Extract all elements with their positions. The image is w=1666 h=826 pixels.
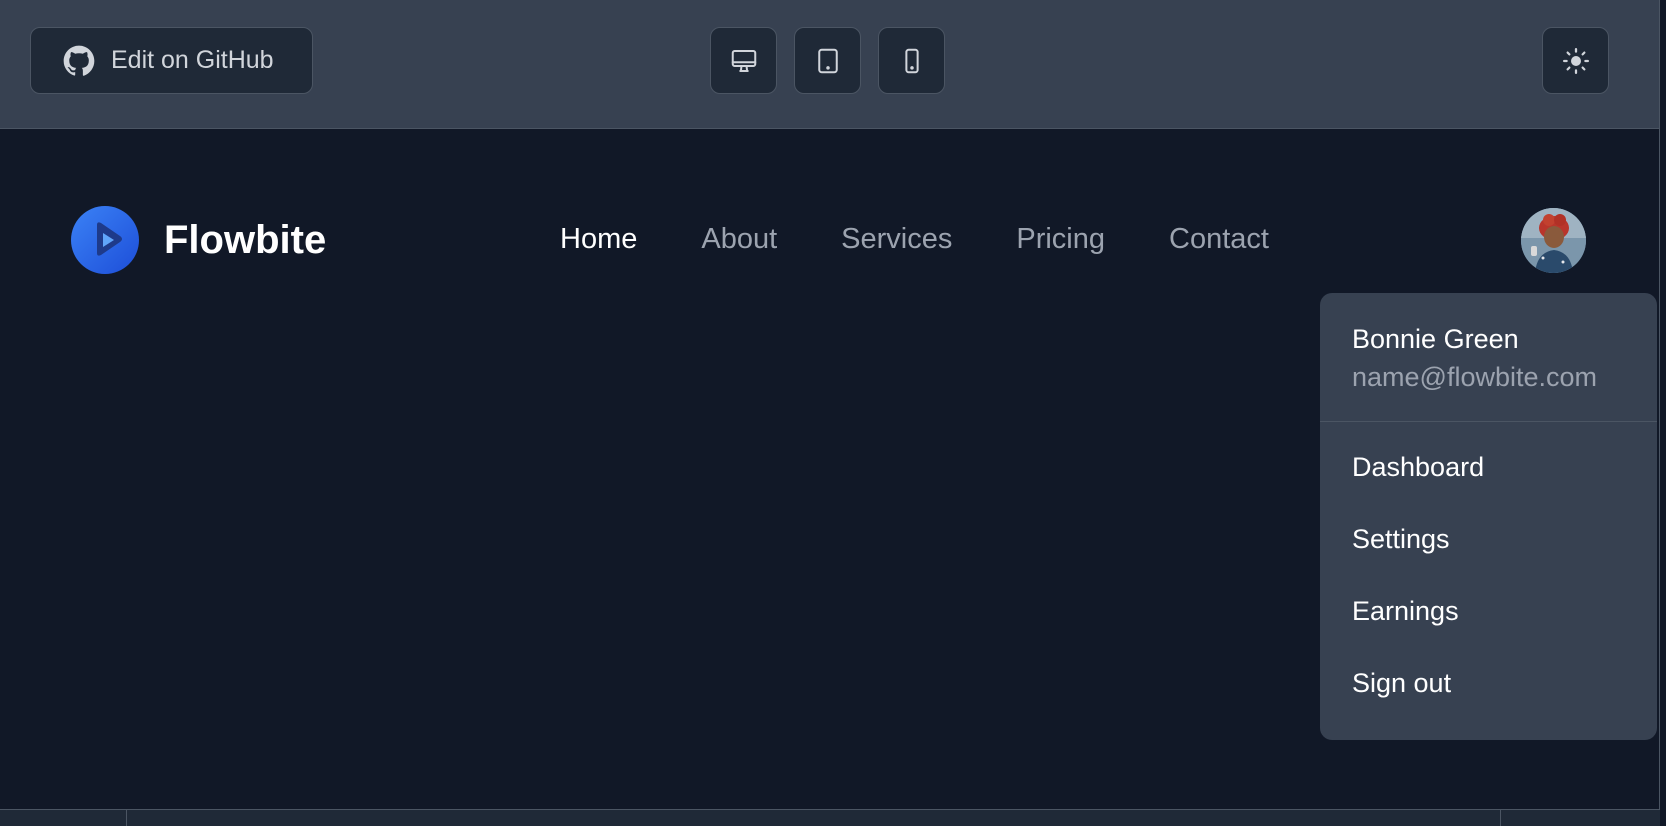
brand-name: Flowbite	[164, 217, 327, 262]
user-name: Bonnie Green	[1352, 324, 1519, 354]
tablet-icon	[817, 48, 838, 73]
menu-item-settings[interactable]: Settings	[1320, 503, 1657, 575]
menu-item-dashboard[interactable]: Dashboard	[1320, 431, 1657, 503]
desktop-icon	[731, 49, 756, 72]
nav-link-contact[interactable]: Contact	[1169, 223, 1269, 256]
bottom-resize-strip	[0, 809, 1660, 826]
user-avatar[interactable]	[1521, 208, 1586, 273]
desktop-view-button[interactable]	[710, 27, 777, 94]
edit-on-github-button[interactable]: Edit on GitHub	[30, 27, 313, 94]
dropdown-items: Dashboard Settings Earnings Sign out	[1320, 422, 1657, 719]
brand-link[interactable]: Flowbite	[70, 205, 326, 275]
menu-item-earnings[interactable]: Earnings	[1320, 575, 1657, 647]
dropdown-user-info: Bonnie Green name@flowbite.com	[1320, 293, 1657, 422]
github-icon	[63, 45, 95, 76]
strip-divider-right	[1500, 810, 1501, 826]
menu-item-sign-out[interactable]: Sign out	[1320, 647, 1657, 719]
nav-link-home[interactable]: Home	[560, 223, 637, 256]
nav-link-services[interactable]: Services	[841, 223, 952, 256]
sun-icon	[1562, 47, 1589, 74]
nav-link-about[interactable]: About	[701, 223, 777, 256]
main-nav: Home About Services Pricing Contact	[560, 223, 1269, 256]
nav-link-pricing[interactable]: Pricing	[1016, 223, 1105, 256]
avatar-photo	[1521, 208, 1586, 273]
mobile-icon	[904, 48, 919, 73]
tablet-view-button[interactable]	[794, 27, 861, 94]
flowbite-logo-icon	[71, 206, 139, 274]
edit-on-github-label: Edit on GitHub	[111, 46, 274, 74]
mobile-view-button[interactable]	[878, 27, 945, 94]
user-email: name@flowbite.com	[1352, 362, 1598, 392]
preview-toolbar: Edit on GitHub	[0, 0, 1660, 129]
strip-divider-left	[126, 810, 127, 826]
theme-toggle-button[interactable]	[1542, 27, 1609, 94]
user-dropdown-menu: Bonnie Green name@flowbite.com Dashboard…	[1320, 293, 1657, 740]
preview-canvas: Flowbite Home About Services Pricing Con…	[0, 129, 1660, 809]
